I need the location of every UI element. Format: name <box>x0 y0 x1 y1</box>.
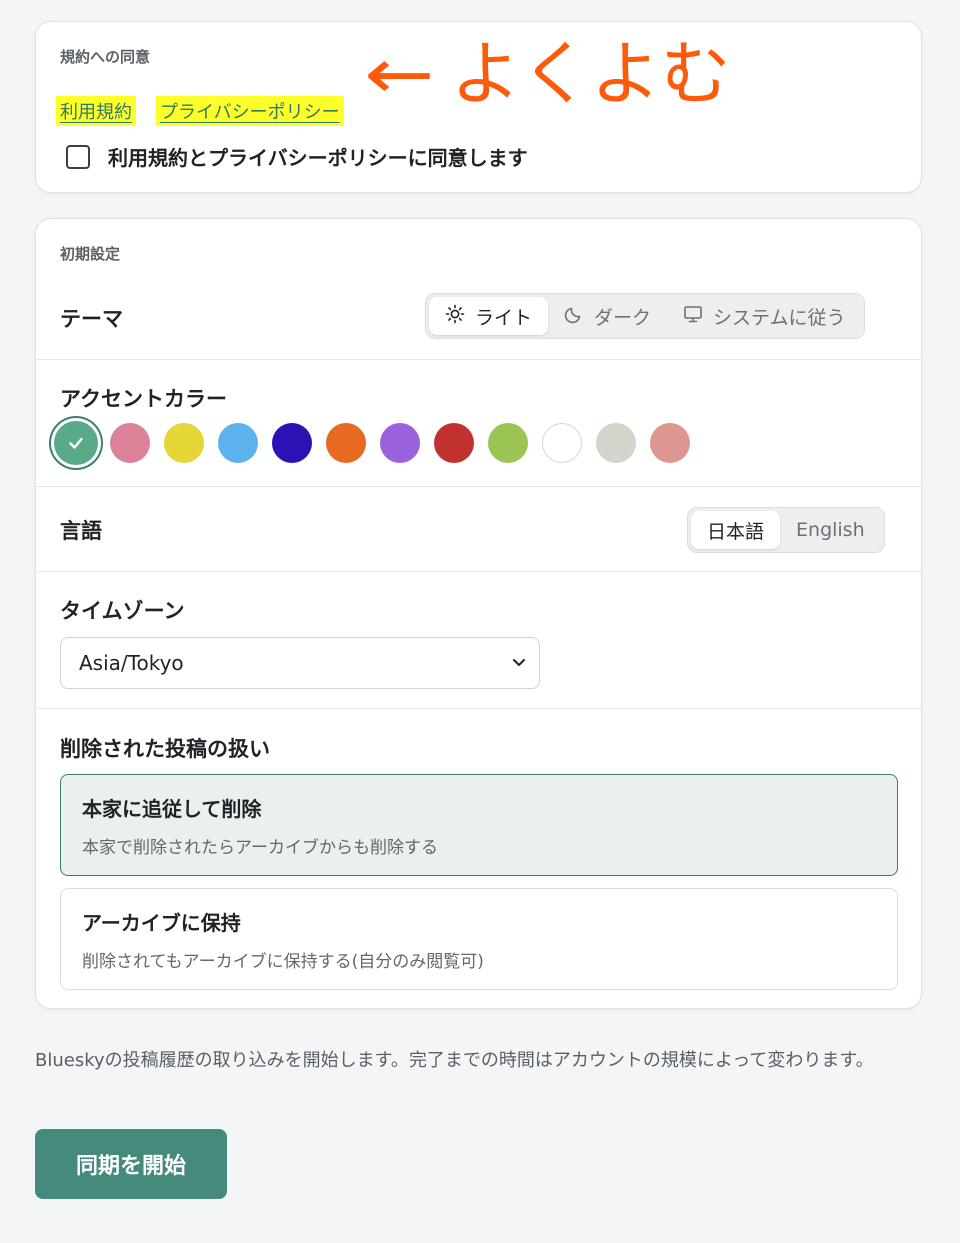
privacy-policy-link[interactable]: プライバシーポリシー <box>156 96 344 126</box>
option-title: 本家に追従して削除 <box>82 797 262 821</box>
timezone-label: タイムゾーン <box>60 599 185 623</box>
theme-option-dark[interactable]: ダーク <box>548 297 667 335</box>
accent-color-label: アクセントカラー <box>60 387 227 411</box>
terms-of-service-link[interactable]: 利用規約 <box>56 96 136 126</box>
accent-swatch[interactable] <box>488 423 528 463</box>
footer-note: Blueskyの投稿履歴の取り込みを開始します。完了までの時間はアカウントの規模… <box>35 1050 874 1071</box>
accent-swatch[interactable] <box>326 423 366 463</box>
accent-swatch[interactable] <box>218 423 258 463</box>
option-description: 削除されてもアーカイブに保持する(自分のみ閲覧可) <box>82 952 484 972</box>
accent-color-swatches <box>54 421 690 465</box>
accent-swatch[interactable] <box>54 421 98 465</box>
terms-section-label: 規約への同意 <box>60 48 151 66</box>
accent-swatch[interactable] <box>596 423 636 463</box>
accent-swatch[interactable] <box>380 423 420 463</box>
deletion-option-follow[interactable]: 本家に追従して削除 本家で削除されたらアーカイブからも削除する <box>60 774 898 876</box>
theme-segmented-control: ライト ダーク システムに従う <box>425 293 866 339</box>
divider <box>36 708 921 709</box>
option-title: アーカイブに保持 <box>82 911 241 935</box>
accent-swatch[interactable] <box>650 423 690 463</box>
sun-icon <box>445 304 465 329</box>
terms-links: 利用規約 プライバシーポリシー <box>56 96 344 126</box>
chevron-down-icon <box>511 651 527 675</box>
annotation-text: よくよむ <box>450 33 731 115</box>
language-segmented-control: 日本語 English <box>687 507 885 553</box>
theme-label: テーマ <box>60 307 123 331</box>
handwritten-annotation: ← よくよむ <box>364 24 840 124</box>
divider <box>36 486 921 487</box>
deletion-option-keep[interactable]: アーカイブに保持 削除されてもアーカイブに保持する(自分のみ閲覧可) <box>60 888 898 990</box>
agree-label: 利用規約とプライバシーポリシーに同意します <box>108 146 528 170</box>
accent-swatch[interactable] <box>110 423 150 463</box>
accent-swatch[interactable] <box>434 423 474 463</box>
theme-system-label: システムに従う <box>713 306 846 329</box>
initial-settings-card: 初期設定 テーマ ライト ダーク システムに従う アクセントカラー 言語 日本語… <box>35 218 922 1009</box>
option-description: 本家で削除されたらアーカイブからも削除する <box>82 838 438 858</box>
theme-option-light[interactable]: ライト <box>429 297 549 335</box>
agree-checkbox[interactable] <box>66 144 90 169</box>
deletion-handling-label: 削除された投稿の扱い <box>60 737 270 761</box>
check-icon <box>54 421 98 465</box>
divider <box>36 571 921 572</box>
theme-dark-label: ダーク <box>594 306 652 329</box>
accent-swatch[interactable] <box>164 423 204 463</box>
start-sync-button[interactable]: 同期を開始 <box>35 1129 227 1199</box>
language-option-english[interactable]: English <box>780 511 881 549</box>
accent-swatch[interactable] <box>272 423 312 463</box>
accent-swatch[interactable] <box>542 423 582 463</box>
agree-checkbox-row[interactable]: 利用規約とプライバシーポリシーに同意します <box>66 142 528 171</box>
divider <box>36 359 921 360</box>
language-option-japanese[interactable]: 日本語 <box>691 511 781 549</box>
initial-section-label: 初期設定 <box>60 245 121 263</box>
monitor-icon <box>683 304 703 329</box>
timezone-select[interactable]: Asia/Tokyo <box>60 637 540 689</box>
language-label: 言語 <box>60 519 102 543</box>
arrow-left-icon: ← <box>364 33 435 115</box>
moon-icon <box>564 304 584 329</box>
theme-option-system[interactable]: システムに従う <box>667 297 861 335</box>
timezone-value: Asia/Tokyo <box>79 651 184 675</box>
theme-light-label: ライト <box>475 306 533 329</box>
